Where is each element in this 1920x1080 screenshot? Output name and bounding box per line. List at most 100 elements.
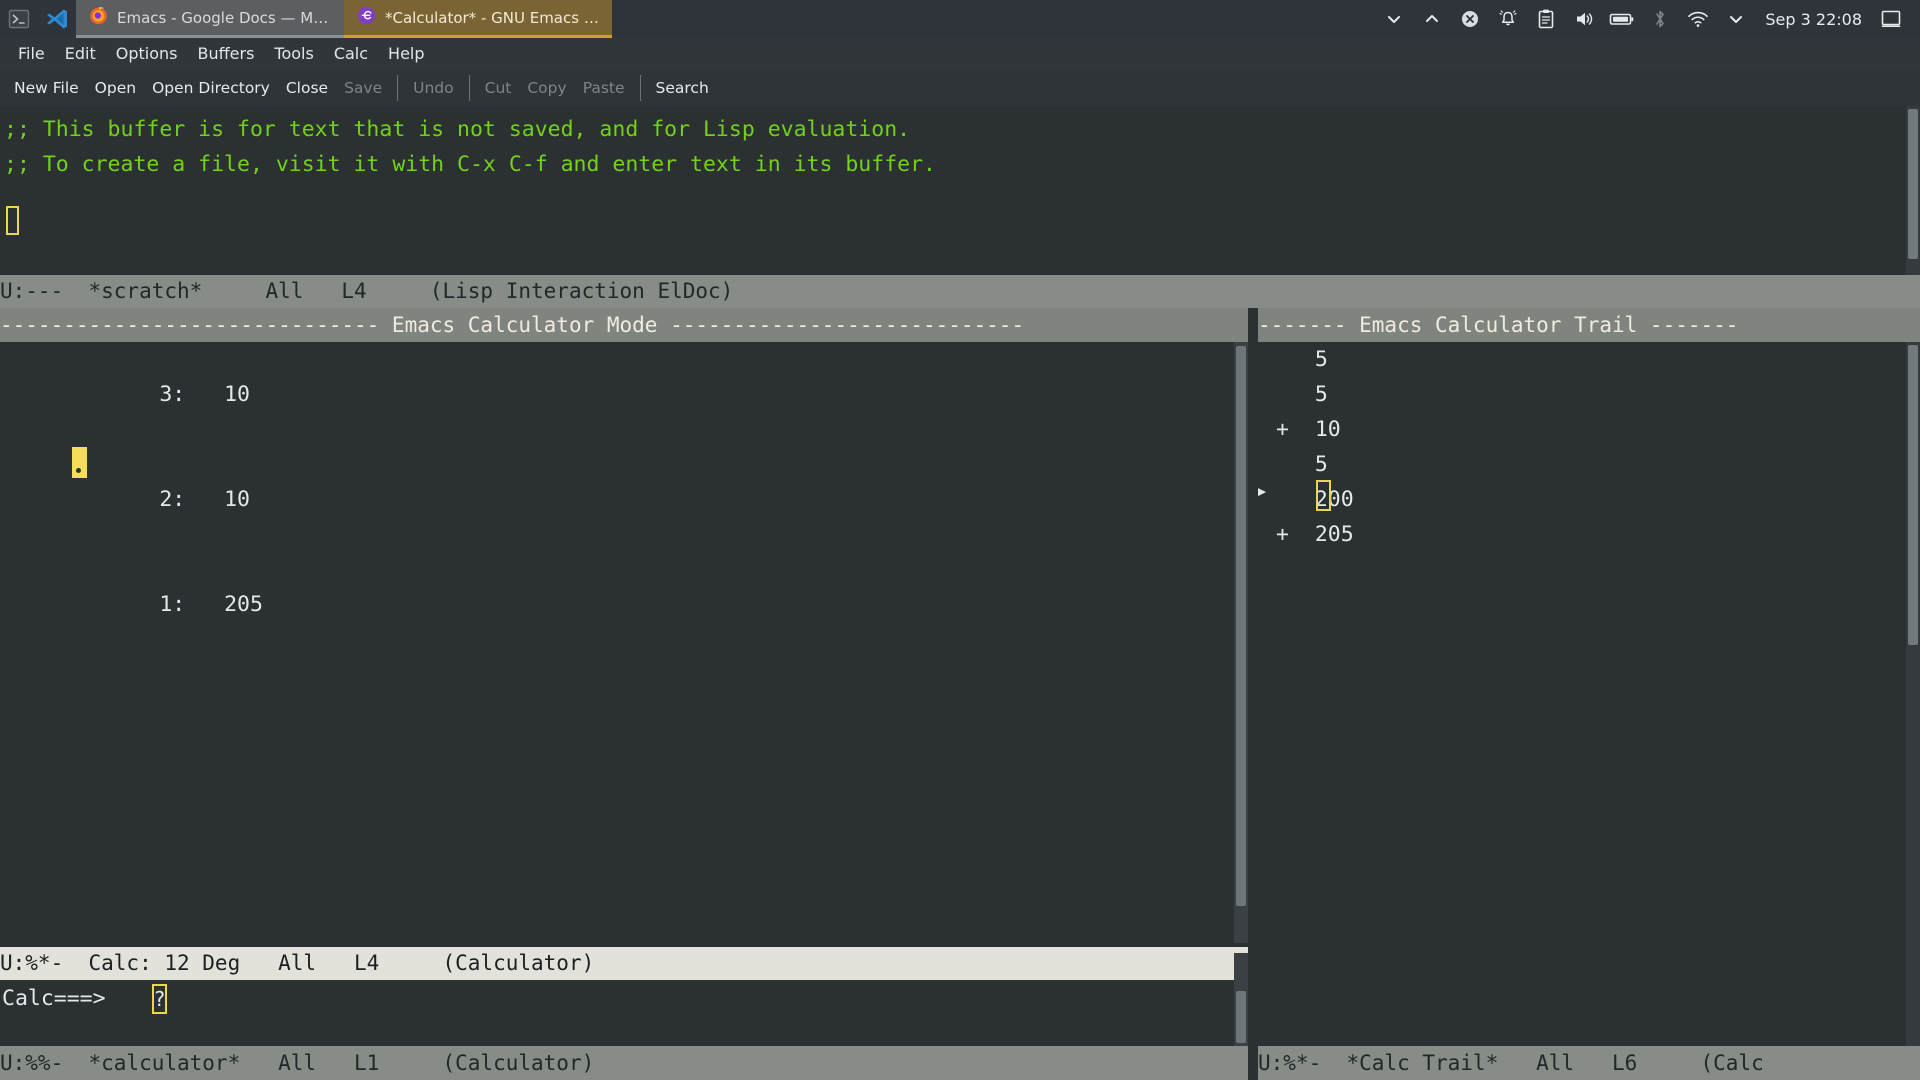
clock[interactable]: Sep 3 22:08 <box>1755 10 1872 29</box>
tray-chevron-down-icon[interactable] <box>1717 0 1755 38</box>
chevron-up-icon[interactable] <box>1413 0 1451 38</box>
calc-stack-row-3: 3: 10 <box>0 342 1248 447</box>
volume-icon[interactable] <box>1565 0 1603 38</box>
trail-row-2: 5 <box>1276 377 1920 412</box>
scratch-line-2: ;; To create a file, visit it with C-x C… <box>4 152 936 177</box>
taskbar: Emacs - Google Docs — Mozi... *Calculato… <box>0 0 1920 38</box>
menu-buffers[interactable]: Buffers <box>188 42 265 65</box>
menu-file[interactable]: File <box>8 42 55 65</box>
scratch-cursor <box>6 206 19 235</box>
trail-row-6: + 205 <box>1276 517 1920 552</box>
vscode-launcher-icon[interactable] <box>38 0 76 38</box>
trail-value-3: 10 <box>1314 417 1341 442</box>
wifi-icon[interactable] <box>1679 0 1717 38</box>
trail-cursor <box>1316 480 1331 511</box>
toolbar-undo: Undo <box>413 78 454 97</box>
calc-stack-value-2: 10 <box>224 487 250 512</box>
calculator-inner-scrollbar[interactable] <box>1234 342 1248 943</box>
toolbar-close[interactable]: Close <box>278 76 336 100</box>
toolbar-save: Save <box>344 78 383 97</box>
trail-value-6: 205 <box>1314 522 1354 547</box>
toolbar-copy: Copy <box>527 78 567 97</box>
calc-prompt-scrollbar[interactable] <box>1234 953 1248 1046</box>
calc-trail-body[interactable]: 5 5 + 10 5 200 + 205 ▶ <box>1258 342 1920 1046</box>
system-tray: Sep 3 22:08 <box>1375 0 1920 38</box>
calculator-stack-body[interactable]: 3: 10 2: 10 1: 205 <box>0 342 1248 943</box>
calc-trail-header: ------- Emacs Calculator Trail ------- <box>1258 308 1920 342</box>
emacs-frame: ;; This buffer is for text that is not s… <box>0 106 1920 1080</box>
taskbar-window-firefox-title: Emacs - Google Docs — Mozi... <box>117 8 332 27</box>
calculator-header: ------------------------------ Emacs Cal… <box>0 308 1248 342</box>
calc-cursor-dot <box>76 468 81 473</box>
toolbar-separator <box>468 74 470 101</box>
calc-stack-value-3: 10 <box>224 382 250 407</box>
taskbar-window-emacs[interactable]: *Calculator* - GNU Emacs at... <box>344 0 612 38</box>
trail-value-4: 5 <box>1314 452 1328 477</box>
menu-options[interactable]: Options <box>106 42 188 65</box>
desktop-screen: Emacs - Google Docs — Mozi... *Calculato… <box>0 0 1920 1080</box>
toolbar-separator <box>397 74 399 101</box>
modeline-gap <box>1248 1046 1258 1080</box>
menu-edit[interactable]: Edit <box>55 42 106 65</box>
toolbar-cut: Cut <box>484 78 512 97</box>
toolbar-separator <box>639 74 641 101</box>
trail-op-3: + <box>1276 417 1289 442</box>
trail-op-6: + <box>1276 522 1289 547</box>
scratch-modeline[interactable]: U:--- *scratch* All L4 (Lisp Interaction… <box>0 275 1920 308</box>
toolbar-open[interactable]: Open <box>87 76 144 100</box>
bell-icon[interactable] <box>1489 0 1527 38</box>
menu-calc[interactable]: Calc <box>324 42 378 65</box>
trail-value-1: 5 <box>1314 347 1328 372</box>
clipboard-icon[interactable] <box>1527 0 1565 38</box>
calculator-inner-scrollbar-thumb[interactable] <box>1236 346 1246 906</box>
trail-row-1: 5 <box>1276 342 1920 377</box>
trail-row-4: 5 <box>1276 447 1920 482</box>
battery-icon[interactable] <box>1603 0 1641 38</box>
calc-stack-row-2: 2: 10 <box>0 447 1248 552</box>
toolbar-paste: Paste <box>582 78 625 97</box>
calc-mode-modeline[interactable]: U:%*- Calc: 12 Deg All L4 (Calculator) <box>0 947 1248 980</box>
firefox-icon <box>88 5 109 30</box>
calc-stack-index-2: 2: <box>159 487 186 512</box>
calc-stack-index-3: 3: <box>159 382 186 407</box>
calc-stack-index-1: 1: <box>159 592 186 617</box>
toolbar-open-directory[interactable]: Open Directory <box>144 76 278 100</box>
calc-prompt-scrollbar-thumb[interactable] <box>1236 991 1246 1043</box>
trail-scrollbar[interactable] <box>1906 342 1920 1046</box>
calculator-buffer-modeline[interactable]: U:%%- *calculator* All L1 (Calculator) <box>0 1046 1248 1080</box>
calc-stack-row-1: 1: 205 <box>0 552 1248 657</box>
trail-row-3: + 10 <box>1276 412 1920 447</box>
emacs-icon <box>356 5 377 30</box>
calculator-window: ------------------------------ Emacs Cal… <box>0 308 1248 1080</box>
taskbar-spacer <box>612 0 1375 38</box>
calc-stack-cursor <box>72 447 87 478</box>
calc-trail-modeline[interactable]: U:%*- *Calc Trail* All L6 (Calc <box>1258 1046 1920 1080</box>
calc-prompt-cursor[interactable]: ? <box>152 984 167 1014</box>
bluetooth-icon <box>1641 0 1679 38</box>
toolbar-search[interactable]: Search <box>648 76 717 100</box>
calc-prompt-line[interactable]: Calc===> <box>0 980 1248 1017</box>
trail-current-marker: ▶ <box>1258 482 1267 500</box>
calc-prompt-label: Calc===> <box>2 986 106 1011</box>
emacs-menubar: File Edit Options Buffers Tools Calc Hel… <box>0 38 1920 69</box>
trail-scrollbar-thumb[interactable] <box>1908 345 1918 645</box>
terminal-launcher-icon[interactable] <box>0 0 38 38</box>
trail-row-5: 200 <box>1276 482 1920 517</box>
scratch-window: ;; This buffer is for text that is not s… <box>0 106 1920 308</box>
scratch-line-1: ;; This buffer is for text that is not s… <box>4 117 911 142</box>
menu-help[interactable]: Help <box>378 42 434 65</box>
toolbar-new-file[interactable]: New File <box>6 76 87 100</box>
bottom-modeline-row: U:%%- *calculator* All L1 (Calculator) U… <box>0 1046 1920 1080</box>
calc-stack-value-1: 205 <box>224 592 263 617</box>
chevron-down-icon[interactable] <box>1375 0 1413 38</box>
taskbar-window-emacs-title: *Calculator* - GNU Emacs at... <box>385 8 600 27</box>
calc-trail-window: ------- Emacs Calculator Trail ------- 5… <box>1258 308 1920 1080</box>
emacs-toolbar: New File Open Open Directory Close Save … <box>0 69 1920 106</box>
taskbar-window-firefox[interactable]: Emacs - Google Docs — Mozi... <box>76 0 344 38</box>
trail-value-2: 5 <box>1314 382 1328 407</box>
calculator-area: ------------------------------ Emacs Cal… <box>0 308 1920 1080</box>
scratch-buffer-text[interactable]: ;; This buffer is for text that is not s… <box>0 106 1920 182</box>
menu-tools[interactable]: Tools <box>264 42 323 65</box>
close-circle-icon[interactable] <box>1451 0 1489 38</box>
show-desktop-icon[interactable] <box>1872 0 1910 38</box>
